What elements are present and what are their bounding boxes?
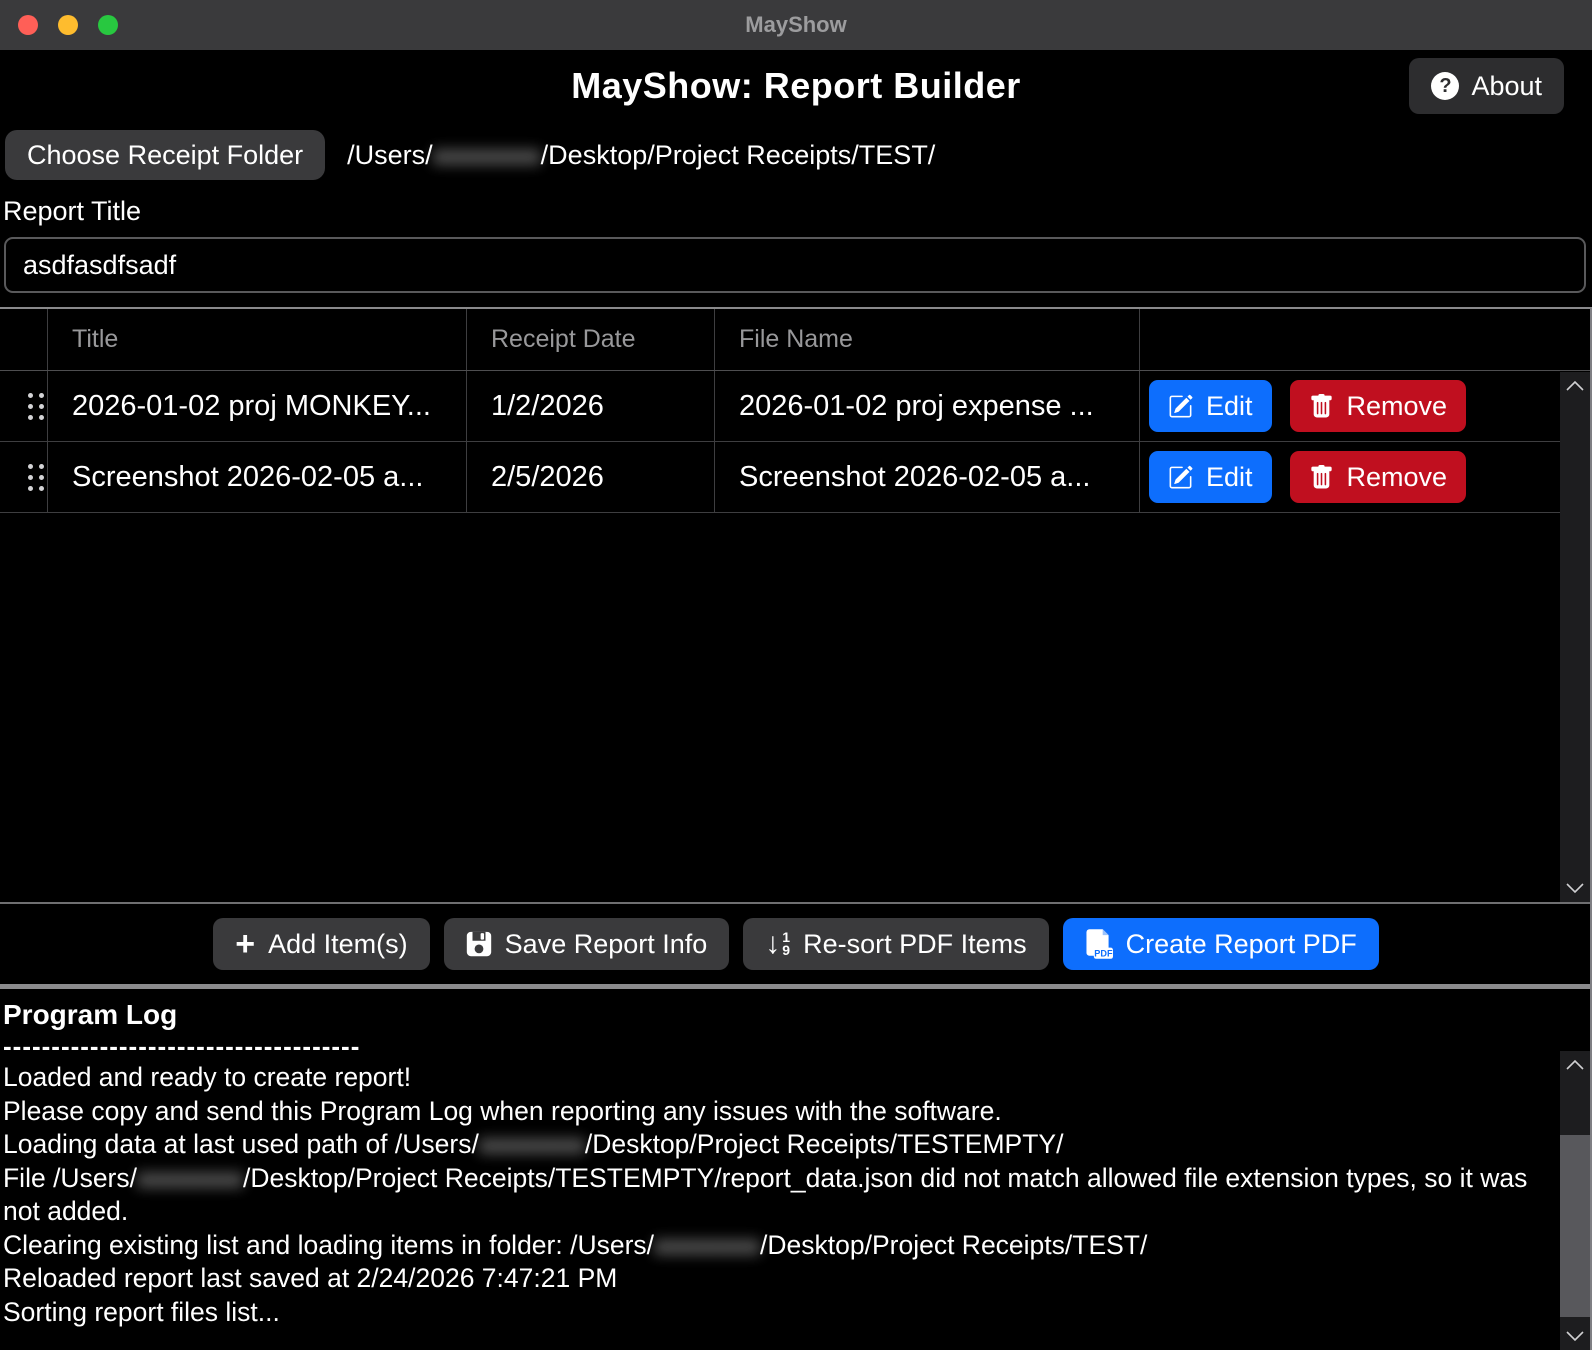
report-items-table: Title Receipt Date File Name 2026-01-02 … xyxy=(0,307,1592,904)
path-redacted-username: xxxxxxxx xyxy=(433,140,541,170)
folder-row: Choose Receipt Folder /Users/xxxxxxxx/De… xyxy=(5,130,1592,180)
column-header-file-name: File Name xyxy=(715,309,1140,370)
receipt-folder-path: /Users/xxxxxxxx/Desktop/Project Receipts… xyxy=(347,140,935,171)
resort-pdf-items-label: Re-sort PDF Items xyxy=(803,929,1027,960)
row-drag-cell xyxy=(0,371,48,441)
program-log-heading: Program Log xyxy=(3,999,1542,1031)
path-prefix: /Users/ xyxy=(347,140,433,170)
titlebar: MayShow xyxy=(0,0,1592,50)
minimize-window-button[interactable] xyxy=(58,15,78,35)
app-header: MayShow: Report Builder ? About xyxy=(0,56,1592,120)
table-header-row: Title Receipt Date File Name xyxy=(0,309,1592,371)
resort-pdf-items-button[interactable]: ↓ 1 9 Re-sort PDF Items xyxy=(743,918,1048,970)
log-redacted-username: xxxxxxxx xyxy=(479,1129,585,1159)
column-header-title: Title xyxy=(48,309,467,370)
about-button-label: About xyxy=(1471,71,1542,102)
sort-numeric-down-icon: ↓ 1 9 xyxy=(765,930,790,958)
create-report-pdf-button[interactable]: PDF Create Report PDF xyxy=(1063,918,1379,970)
add-items-label: Add Item(s) xyxy=(268,929,408,960)
remove-button-label: Remove xyxy=(1347,391,1448,422)
log-line: Loaded and ready to create report! xyxy=(3,1061,1542,1095)
row-file-cell: 2026-01-02 proj expense ... xyxy=(715,371,1140,441)
row-drag-cell xyxy=(0,442,48,512)
table-row: Screenshot 2026-02-05 a... 2/5/2026 Scre… xyxy=(0,442,1592,513)
log-scrollbar[interactable] xyxy=(1560,1051,1590,1350)
plus-icon: + xyxy=(235,929,255,959)
about-button[interactable]: ? About xyxy=(1409,58,1564,114)
add-items-button[interactable]: + Add Item(s) xyxy=(213,918,429,970)
scrollbar-thumb[interactable] xyxy=(1560,1135,1590,1317)
row-actions-cell: Edit Remove xyxy=(1140,442,1592,512)
choose-receipt-folder-button[interactable]: Choose Receipt Folder xyxy=(5,130,325,180)
pencil-square-icon xyxy=(1168,394,1193,419)
log-line: Loading data at last used path of /Users… xyxy=(3,1128,1542,1162)
column-header-receipt-date: Receipt Date xyxy=(467,309,715,370)
edit-button[interactable]: Edit xyxy=(1149,380,1272,432)
log-line: Please copy and send this Program Log wh… xyxy=(3,1095,1542,1129)
pencil-square-icon xyxy=(1168,465,1193,490)
row-file-cell: Screenshot 2026-02-05 a... xyxy=(715,442,1140,512)
chevron-down-icon[interactable] xyxy=(1565,874,1585,902)
traffic-lights xyxy=(18,15,118,35)
log-line: File /Users/xxxxxxxx/Desktop/Project Rec… xyxy=(3,1162,1542,1229)
question-circle-icon: ? xyxy=(1431,72,1459,100)
edit-button-label: Edit xyxy=(1206,462,1253,493)
report-title-label: Report Title xyxy=(3,196,1592,227)
column-header-actions xyxy=(1140,309,1592,370)
report-title-input[interactable] xyxy=(4,237,1586,293)
program-log-separator: ------------------------------------- xyxy=(3,1031,1542,1061)
log-line: Sorting report files list... xyxy=(3,1296,1542,1330)
save-report-info-label: Save Report Info xyxy=(505,929,708,960)
table-scrollbar[interactable] xyxy=(1560,372,1590,902)
remove-button-label: Remove xyxy=(1347,462,1448,493)
row-date-cell: 2/5/2026 xyxy=(467,442,715,512)
trash-icon xyxy=(1309,465,1334,490)
bottom-toolbar: + Add Item(s) Save Report Info ↓ 1 9 Re-… xyxy=(0,904,1592,984)
log-redacted-username: xxxxxxxx xyxy=(137,1163,243,1193)
row-date-cell: 1/2/2026 xyxy=(467,371,715,441)
log-redacted-username: xxxxxxxx xyxy=(654,1230,760,1260)
remove-button[interactable]: Remove xyxy=(1290,380,1467,432)
chevron-up-icon[interactable] xyxy=(1565,372,1585,400)
floppy-disk-icon xyxy=(466,931,492,957)
window-title: MayShow xyxy=(0,0,1592,50)
page-title: MayShow: Report Builder xyxy=(0,56,1592,116)
remove-button[interactable]: Remove xyxy=(1290,451,1467,503)
chevron-up-icon[interactable] xyxy=(1565,1051,1585,1079)
zoom-window-button[interactable] xyxy=(98,15,118,35)
row-actions-cell: Edit Remove xyxy=(1140,371,1592,441)
table-row: 2026-01-02 proj MONKEY... 1/2/2026 2026-… xyxy=(0,371,1592,442)
grip-dots-icon[interactable] xyxy=(28,393,44,420)
trash-icon xyxy=(1309,394,1334,419)
create-report-pdf-label: Create Report PDF xyxy=(1126,929,1357,960)
save-report-info-button[interactable]: Save Report Info xyxy=(444,918,730,970)
row-title-cell: Screenshot 2026-02-05 a... xyxy=(48,442,467,512)
path-suffix: /Desktop/Project Receipts/TEST/ xyxy=(541,140,936,170)
program-log-panel: Program Log ----------------------------… xyxy=(0,989,1592,1350)
grip-dots-icon[interactable] xyxy=(28,464,44,491)
row-title-cell: 2026-01-02 proj MONKEY... xyxy=(48,371,467,441)
file-pdf-icon: PDF xyxy=(1085,929,1113,959)
close-window-button[interactable] xyxy=(18,15,38,35)
log-line: Clearing existing list and loading items… xyxy=(3,1229,1542,1263)
drag-column-header xyxy=(0,309,48,370)
log-line: Reloaded report last saved at 2/24/2026 … xyxy=(3,1262,1542,1296)
svg-text:PDF: PDF xyxy=(1094,949,1113,959)
edit-button[interactable]: Edit xyxy=(1149,451,1272,503)
edit-button-label: Edit xyxy=(1206,391,1253,422)
chevron-down-icon[interactable] xyxy=(1565,1322,1585,1350)
